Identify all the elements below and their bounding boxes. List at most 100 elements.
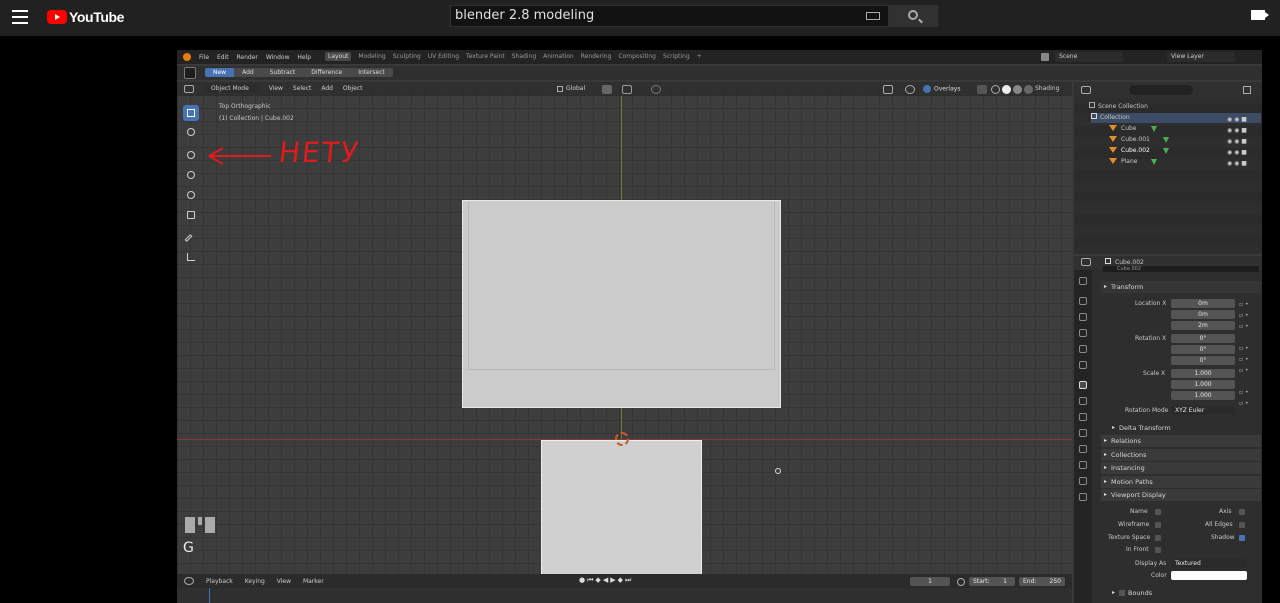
rendered-shading-icon[interactable] — [1024, 85, 1033, 94]
annotate-tool[interactable] — [183, 230, 199, 246]
outliner-item-cube[interactable]: Cube — [1109, 124, 1137, 132]
location-x-field[interactable]: 0m — [1171, 299, 1235, 308]
menu-keying[interactable]: Keying — [245, 578, 265, 585]
vd-wireframe-checkbox[interactable] — [1155, 522, 1161, 528]
frame-start-field[interactable]: Start: 1 — [969, 577, 1015, 586]
transform-orientation-dropdown[interactable]: Global — [557, 85, 597, 94]
measure-tool[interactable] — [183, 249, 199, 265]
render-properties-tab[interactable] — [1079, 297, 1087, 305]
mode-new-button[interactable]: New — [205, 68, 235, 77]
vd-in-front-checkbox[interactable] — [1155, 547, 1161, 553]
solid-shading-icon[interactable] — [1002, 85, 1011, 94]
timeline-editor-icon[interactable] — [184, 577, 194, 585]
location-y-field[interactable]: 0m — [1171, 310, 1235, 319]
select-tool[interactable] — [183, 105, 199, 121]
hamburger-menu-icon[interactable] — [12, 10, 28, 24]
mode-subtract-button[interactable]: Subtract — [261, 68, 304, 77]
menu-edit[interactable]: Edit — [217, 54, 229, 61]
cursor-tool[interactable] — [183, 124, 199, 140]
outliner-item-plane[interactable]: Plane — [1109, 157, 1137, 165]
xray-toggle-icon[interactable] — [977, 85, 987, 94]
rotation-mode-dropdown[interactable]: XYZ Euler — [1171, 406, 1235, 415]
vd-shadow-checkbox[interactable] — [1239, 535, 1245, 541]
menu-object[interactable]: Object — [343, 85, 363, 92]
material-shading-icon[interactable] — [1013, 85, 1022, 94]
texture-properties-tab[interactable] — [1079, 493, 1087, 501]
timeline-area[interactable] — [177, 588, 1072, 603]
vd-texture-space-checkbox[interactable] — [1155, 535, 1161, 541]
scene-selector[interactable]: Scene — [1041, 52, 1123, 62]
outliner-search-input[interactable] — [1129, 85, 1193, 95]
menu-add[interactable]: Add — [321, 85, 333, 92]
scale-z-field[interactable]: 1.000 — [1171, 391, 1235, 400]
jump-end-button[interactable]: ⏭ — [625, 576, 633, 584]
outliner-item-cube-001[interactable]: Cube.001 — [1109, 135, 1150, 143]
display-as-dropdown[interactable]: Textured — [1171, 559, 1247, 568]
physics-properties-tab[interactable] — [1079, 429, 1087, 437]
rotation-z-field[interactable]: 0° — [1171, 356, 1235, 365]
preview-range-icon[interactable] — [957, 578, 965, 586]
menu-marker[interactable]: Marker — [303, 578, 324, 585]
next-keyframe-button[interactable]: ◆ — [618, 576, 625, 584]
instancing-panel-header[interactable]: Instancing — [1101, 462, 1261, 474]
bounds-subpanel[interactable]: Bounds — [1109, 587, 1262, 599]
tab-scripting[interactable]: Scripting — [663, 52, 690, 61]
playhead[interactable] — [209, 588, 210, 603]
outliner-item-cube-002[interactable]: Cube.002 — [1109, 146, 1150, 154]
menu-timeline-view[interactable]: View — [277, 578, 291, 585]
motion-paths-panel-header[interactable]: Motion Paths — [1101, 476, 1261, 488]
vd-all-edges-checkbox[interactable] — [1239, 522, 1245, 528]
shading-dropdown[interactable]: Shading — [1035, 85, 1059, 92]
menu-help[interactable]: Help — [297, 54, 311, 61]
gizmo-toggle-icon[interactable] — [905, 85, 915, 94]
rotation-x-field[interactable]: 0° — [1171, 334, 1235, 343]
rotate-tool[interactable] — [183, 167, 199, 183]
menu-playback[interactable]: Playback — [206, 578, 233, 585]
modifier-properties-tab[interactable] — [1079, 397, 1087, 405]
3d-cursor[interactable] — [615, 432, 629, 446]
mode-difference-button[interactable]: Difference — [303, 68, 351, 77]
material-properties-tab[interactable] — [1079, 477, 1087, 485]
object-mode-dropdown[interactable]: Object Mode — [205, 84, 259, 93]
blender-logo-icon[interactable] — [183, 53, 191, 61]
search-input[interactable]: blender 2.8 modeling — [450, 5, 890, 27]
rotation-y-field[interactable]: 0° — [1171, 345, 1235, 354]
bounds-checkbox[interactable] — [1119, 590, 1125, 596]
vd-name-checkbox[interactable] — [1155, 509, 1161, 515]
tool-properties-tab[interactable] — [1079, 277, 1087, 285]
add-workspace-button[interactable]: + — [697, 52, 702, 61]
view-object-types-icon[interactable] — [883, 85, 893, 94]
proportional-edit-icon[interactable] — [651, 85, 661, 94]
prev-keyframe-button[interactable]: ◆ — [595, 576, 602, 584]
search-button[interactable] — [888, 5, 938, 27]
editor-type-icon[interactable] — [184, 85, 194, 93]
mode-add-button[interactable]: Add — [234, 68, 262, 77]
wireframe-shading-icon[interactable] — [991, 85, 1000, 94]
tab-shading[interactable]: Shading — [512, 52, 536, 61]
tab-rendering[interactable]: Rendering — [581, 52, 612, 61]
menu-render[interactable]: Render — [237, 54, 258, 61]
scale-x-field[interactable]: 1.000 — [1171, 369, 1235, 378]
youtube-logo[interactable]: YouTube — [47, 9, 124, 25]
outliner-editor-icon[interactable] — [1081, 86, 1091, 94]
scale-y-field[interactable]: 1.000 — [1171, 380, 1235, 389]
world-properties-tab[interactable] — [1079, 361, 1087, 369]
particle-properties-tab[interactable] — [1079, 413, 1087, 421]
mode-intersect-button[interactable]: Intersect — [350, 68, 393, 77]
current-frame-field[interactable]: 1 — [910, 577, 950, 586]
delta-transform-subpanel[interactable]: Delta Transform — [1109, 422, 1262, 434]
color-swatch[interactable] — [1171, 571, 1247, 580]
select-box-tool-icon[interactable] — [184, 67, 196, 79]
output-properties-tab[interactable] — [1079, 313, 1087, 321]
relations-panel-header[interactable]: Relations — [1101, 435, 1261, 447]
outliner-filter-icon[interactable] — [1243, 86, 1251, 94]
frame-end-field[interactable]: End: 250 — [1019, 577, 1065, 586]
object-name-field[interactable]: Cube.002 — [1103, 266, 1259, 272]
view-layer-selector[interactable]: View Layer — [1167, 52, 1235, 62]
tab-layout[interactable]: Layout — [325, 52, 352, 61]
menu-view[interactable]: View — [269, 85, 283, 92]
tab-compositing[interactable]: Compositing — [618, 52, 656, 61]
keyboard-icon[interactable] — [866, 12, 880, 20]
object-properties-tab[interactable] — [1079, 381, 1087, 389]
viewport-display-panel-header[interactable]: Viewport Display — [1101, 489, 1261, 501]
